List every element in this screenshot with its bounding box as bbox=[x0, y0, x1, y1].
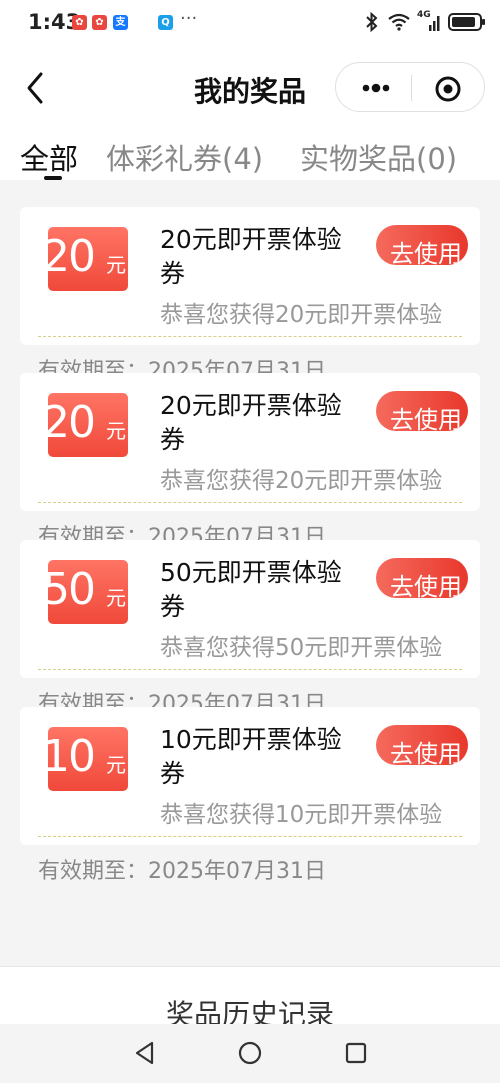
status-indicators: 4G bbox=[363, 10, 485, 33]
prize-description: 恭喜您获得20元即开票体验 bbox=[160, 468, 443, 494]
prize-title: 10元即开票体验券 bbox=[160, 725, 342, 788]
use-button[interactable]: 去使用 bbox=[376, 558, 468, 598]
notification-more-icon: ··· bbox=[180, 8, 198, 29]
prize-description: 恭喜您获得50元即开票体验 bbox=[160, 635, 443, 661]
coupon-thumbnail: 10 元 bbox=[48, 727, 128, 791]
huawei-icon: ✿ bbox=[72, 15, 87, 30]
system-nav-bar bbox=[0, 1024, 500, 1083]
prize-card[interactable]: 20 元 20元即开票体验券 恭喜您获得20元即开票体验 去使用 bbox=[20, 373, 480, 511]
prize-card[interactable]: 20 元 20元即开票体验券 恭喜您获得20元即开票体验 去使用 bbox=[20, 207, 480, 345]
signal-bars-icon bbox=[429, 16, 440, 31]
dashed-divider bbox=[38, 836, 462, 837]
search-app-icon: Q bbox=[158, 15, 173, 30]
status-bar: 1:43 ✿ ✿ 支 Q ··· 4G bbox=[0, 0, 500, 44]
tab-physical-prizes[interactable]: 实物奖品(0) bbox=[300, 136, 457, 178]
nav-bar: 我的奖品 bbox=[0, 44, 500, 132]
battery-level bbox=[452, 17, 476, 27]
capsule-divider bbox=[411, 75, 412, 101]
expiry-text: 有效期至：2025年07月31日 bbox=[38, 859, 326, 880]
bluetooth-icon bbox=[366, 12, 378, 32]
use-button-label: 去使用 bbox=[390, 740, 462, 765]
back-triangle-icon bbox=[135, 1041, 154, 1065]
home-circle-icon bbox=[238, 1041, 262, 1065]
more-button[interactable] bbox=[354, 73, 398, 103]
system-home-button[interactable] bbox=[237, 1040, 263, 1066]
tab-all[interactable]: 全部 bbox=[20, 136, 78, 178]
dashed-divider bbox=[38, 502, 462, 503]
use-button-label: 去使用 bbox=[390, 240, 462, 265]
target-icon bbox=[435, 76, 461, 102]
coupon-thumbnail: 20 元 bbox=[48, 227, 128, 291]
tab-bar: 全部 体彩礼券(4) 实物奖品(0) bbox=[0, 132, 500, 180]
prize-card[interactable]: 50 元 50元即开票体验券 恭喜您获得50元即开票体验 去使用 bbox=[20, 540, 480, 678]
prize-title: 50元即开票体验券 bbox=[160, 558, 342, 621]
use-button[interactable]: 去使用 bbox=[376, 725, 468, 765]
dashed-divider bbox=[38, 669, 462, 670]
coupon-amount: 50 bbox=[48, 564, 96, 615]
dashed-divider bbox=[38, 336, 462, 337]
coupon-thumbnail: 50 元 bbox=[48, 560, 128, 624]
close-mini-program-button[interactable] bbox=[434, 75, 462, 103]
huawei-icon: ✿ bbox=[92, 15, 107, 30]
coupon-unit: 元 bbox=[106, 586, 126, 610]
mini-program-capsule bbox=[335, 62, 485, 112]
wifi-icon bbox=[388, 13, 410, 31]
battery-icon bbox=[448, 13, 485, 31]
use-button[interactable]: 去使用 bbox=[376, 225, 468, 265]
coupon-unit: 元 bbox=[106, 253, 126, 277]
coupon-unit: 元 bbox=[106, 753, 126, 777]
system-recents-button[interactable] bbox=[343, 1040, 369, 1066]
system-back-button[interactable] bbox=[132, 1040, 158, 1066]
recents-square-icon bbox=[345, 1042, 367, 1064]
alipay-icon: 支 bbox=[113, 15, 128, 30]
use-button-label: 去使用 bbox=[390, 406, 462, 431]
prize-title: 20元即开票体验券 bbox=[160, 225, 342, 288]
use-button[interactable]: 去使用 bbox=[376, 391, 468, 431]
prize-description: 恭喜您获得10元即开票体验 bbox=[160, 802, 443, 828]
coupon-unit: 元 bbox=[106, 419, 126, 443]
cellular-signal-icon: 4G bbox=[417, 10, 441, 32]
prize-card[interactable]: 10 元 10元即开票体验券 恭喜您获得10元即开票体验 去使用 bbox=[20, 707, 480, 845]
use-button-label: 去使用 bbox=[390, 573, 462, 598]
more-dots-icon bbox=[362, 83, 390, 93]
tab-lottery-coupons[interactable]: 体彩礼券(4) bbox=[106, 136, 263, 178]
active-tab-indicator bbox=[44, 176, 62, 180]
coupon-amount: 20 bbox=[48, 231, 96, 282]
prize-title: 20元即开票体验券 bbox=[160, 391, 342, 454]
coupon-amount: 20 bbox=[48, 397, 96, 448]
coupon-amount: 10 bbox=[48, 731, 96, 782]
bottom-bar: 奖品历史记录 bbox=[0, 966, 500, 1031]
prize-description: 恭喜您获得20元即开票体验 bbox=[160, 302, 443, 328]
coupon-thumbnail: 20 元 bbox=[48, 393, 128, 457]
